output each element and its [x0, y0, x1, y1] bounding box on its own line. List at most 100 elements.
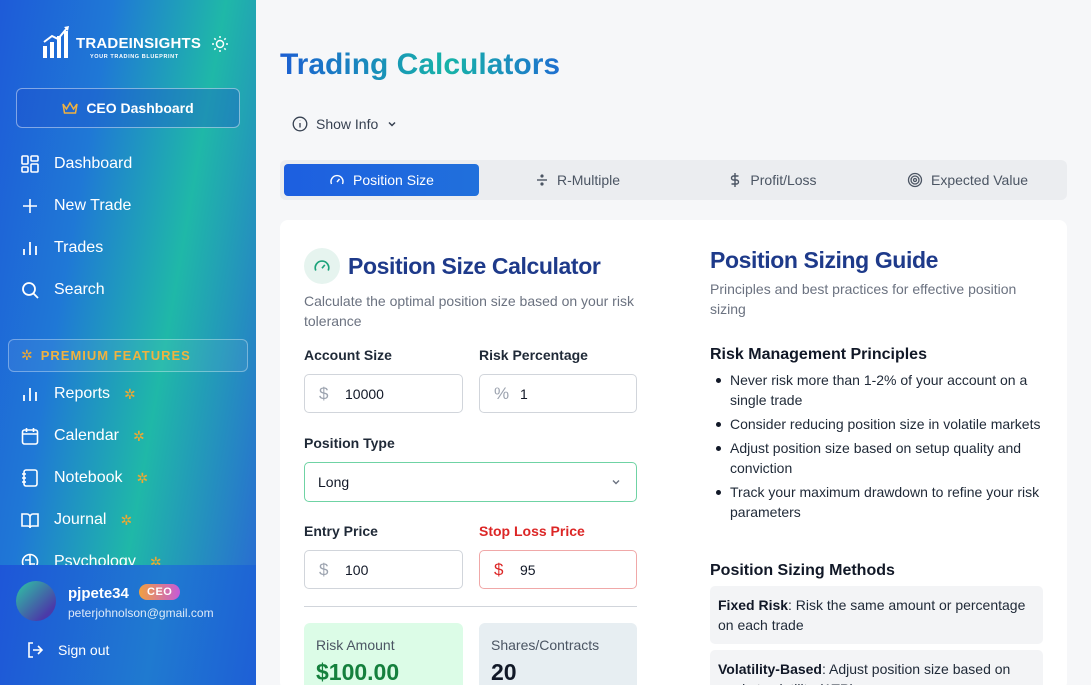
user-panel: pjpete34 CEO peterjohnolson@gmail.com Si…: [0, 565, 256, 685]
avatar[interactable]: [16, 581, 56, 621]
list-item: Adjust position size based on setup qual…: [716, 438, 1046, 478]
nav-item-search[interactable]: Search: [20, 275, 105, 305]
user-email: peterjohnolson@gmail.com: [68, 606, 214, 620]
premium-features-label: PREMIUM FEATURES: [40, 348, 191, 363]
methods-heading: Position Sizing Methods: [710, 562, 895, 579]
sign-out-label: Sign out: [58, 642, 110, 658]
bar-chart-icon: [23, 388, 37, 401]
book-icon: [21, 513, 39, 529]
brand-logo[interactable]: TRADEINSIGHTS YOUR TRADING BLUEPRINT: [42, 26, 201, 60]
nav-item-new-trade[interactable]: New Trade: [20, 191, 131, 221]
nav-item-dashboard[interactable]: Dashboard: [20, 149, 132, 179]
crown-icon: [62, 101, 79, 114]
nav-label: New Trade: [54, 197, 132, 214]
entry-price-value: 100: [345, 561, 369, 578]
plus-icon: [23, 199, 37, 213]
risk-percentage-input[interactable]: % 1: [479, 374, 637, 413]
sidebar: TRADEINSIGHTS YOUR TRADING BLUEPRINT CEO…: [0, 0, 256, 685]
logo-icon: [42, 26, 70, 60]
account-size-input[interactable]: $ 10000: [304, 374, 463, 413]
sign-out-button[interactable]: Sign out: [26, 641, 109, 659]
account-size-value: 10000: [345, 385, 384, 402]
page-title: Trading Calculators: [280, 48, 561, 81]
nav-item-reports[interactable]: Reports ✲: [20, 379, 136, 409]
ceo-dashboard-button[interactable]: CEO Dashboard: [16, 88, 240, 128]
tab-r-multiple[interactable]: R-Multiple: [480, 164, 675, 196]
position-type-select[interactable]: Long: [304, 462, 637, 502]
principles-list: Never risk more than 1-2% of your accoun…: [716, 370, 1046, 526]
dollar-icon: $: [494, 559, 504, 579]
show-info-label: Show Info: [316, 116, 379, 132]
position-type-value: Long: [318, 474, 350, 490]
search-icon: [22, 282, 39, 299]
info-icon: [292, 116, 308, 132]
nav-label: Trades: [54, 239, 104, 256]
stop-loss-value: 95: [520, 561, 536, 578]
method-item: Volatility-Based: Adjust position size b…: [710, 650, 1043, 685]
sun-icon: [212, 36, 228, 52]
risk-percentage-label: Risk Percentage: [479, 347, 588, 363]
sparkle-icon: ✲: [120, 511, 133, 528]
calculator-tabs: Position Size R-Multiple Profit/Loss Exp…: [280, 160, 1067, 200]
entry-price-input[interactable]: $ 100: [304, 550, 463, 589]
chevron-down-icon: [612, 480, 620, 485]
dollar-icon: $: [319, 559, 329, 579]
nav-label: Search: [54, 281, 105, 298]
brand-name: TRADEINSIGHTS: [76, 35, 202, 52]
risk-amount-result: Risk Amount $100.00: [304, 623, 463, 685]
gauge-icon: [304, 248, 340, 284]
tab-label: Position Size: [353, 172, 434, 188]
tab-label: Profit/Loss: [750, 172, 817, 188]
premium-features-header: ✲ PREMIUM FEATURES: [8, 339, 248, 372]
tab-profit-loss[interactable]: Profit/Loss: [675, 164, 870, 196]
risk-percentage-value: 1: [520, 385, 528, 402]
user-name: pjpete34: [68, 585, 129, 602]
percent-icon: %: [494, 383, 510, 403]
show-info-toggle[interactable]: Show Info: [292, 116, 398, 132]
nav-label: Dashboard: [54, 155, 133, 172]
target-icon: [907, 172, 923, 188]
sparkle-icon: ✲: [132, 427, 145, 444]
method-name: Volatility-Based: [718, 661, 822, 677]
divider: [304, 606, 637, 607]
method-item: Fixed Risk: Risk the same amount or perc…: [710, 586, 1043, 644]
dollar-icon: [731, 173, 740, 187]
theme-toggle-button[interactable]: [210, 34, 230, 54]
sparkle-icon: ✲: [136, 469, 149, 486]
entry-price-label: Entry Price: [304, 523, 378, 539]
nav-item-trades[interactable]: Trades: [20, 233, 103, 263]
stop-loss-input[interactable]: $ 95: [479, 550, 637, 589]
tab-label: Expected Value: [930, 172, 1029, 188]
notebook-icon: [22, 469, 38, 487]
dollar-icon: $: [319, 383, 329, 403]
nav-item-calendar[interactable]: Calendar ✲: [20, 421, 145, 451]
nav-item-notebook[interactable]: Notebook ✲: [20, 463, 148, 493]
chevron-down-icon: [388, 121, 396, 127]
risk-amount-label: Risk Amount: [316, 637, 395, 653]
position-type-label: Position Type: [304, 435, 395, 451]
nav-item-journal[interactable]: Journal ✲: [20, 505, 132, 535]
shares-result: Shares/Contracts 20: [479, 623, 637, 685]
list-item: Consider reducing position size in volat…: [716, 414, 1046, 434]
nav-label: Notebook: [54, 469, 123, 486]
principles-heading: Risk Management Principles: [710, 346, 927, 363]
account-size-label: Account Size: [304, 347, 392, 363]
guide-title: Position Sizing Guide: [710, 247, 938, 273]
list-item: Track your maximum drawdown to refine yo…: [716, 482, 1046, 522]
grid-icon: [21, 155, 39, 173]
ceo-dashboard-label: CEO Dashboard: [86, 100, 194, 116]
tab-label: R-Multiple: [556, 172, 620, 188]
user-role-badge: CEO: [139, 584, 181, 600]
bar-chart-icon: [23, 242, 37, 255]
tab-position-size[interactable]: Position Size: [284, 164, 479, 196]
shares-label: Shares/Contracts: [491, 637, 600, 653]
divide-icon: [536, 174, 547, 186]
risk-amount-value: $100.00: [316, 659, 400, 685]
tab-expected-value[interactable]: Expected Value: [870, 164, 1065, 196]
calculator-title: Position Size Calculator: [348, 253, 601, 279]
calendar-icon: [21, 428, 39, 445]
calculator-subtitle: Calculate the optimal position size base…: [304, 293, 634, 329]
shares-value: 20: [491, 659, 517, 685]
nav-label: Reports: [54, 385, 111, 402]
sparkle-icon: ✲: [124, 385, 136, 402]
